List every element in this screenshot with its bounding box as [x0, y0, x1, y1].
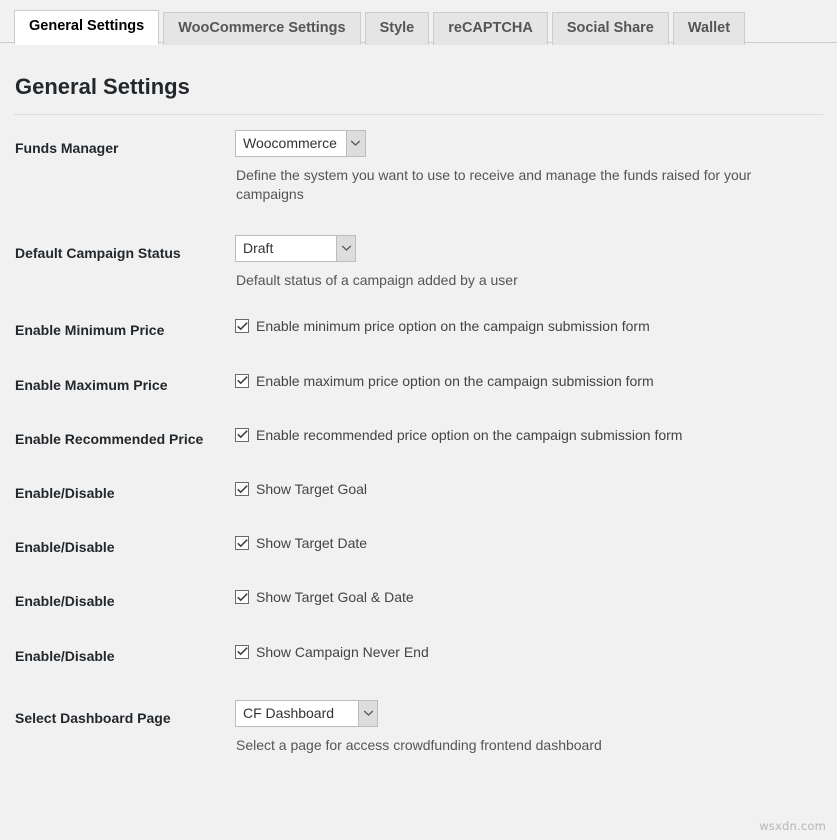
dashboard-page-description: Select a page for access crowdfunding fr… — [236, 736, 813, 756]
form-row-enable-recommended-price: Enable Recommended Price Enable recommen… — [14, 414, 823, 468]
label-enable-minimum-price: Enable Minimum Price — [14, 305, 235, 359]
tab-general-settings[interactable]: General Settings — [14, 10, 159, 45]
label-enable-maximum-price: Enable Maximum Price — [14, 360, 235, 414]
checkmark-icon — [235, 645, 249, 659]
form-row-select-dashboard-page: Select Dashboard Page CF Dashboard Selec… — [14, 685, 823, 771]
form-row-default-campaign-status: Default Campaign Status Draft Default st… — [14, 220, 823, 306]
show-target-goal-checkbox[interactable]: Show Target Goal — [235, 480, 813, 498]
form-row-enable-minimum-price: Enable Minimum Price Enable minimum pric… — [14, 305, 823, 359]
checkmark-icon — [235, 374, 249, 388]
label-enable-disable-target-date: Enable/Disable — [14, 522, 235, 576]
settings-tab-bar: General SettingsWooCommerce SettingsStyl… — [0, 0, 837, 43]
general-settings-form: Funds Manager Woocommerce Define the sys… — [14, 115, 823, 771]
form-row-show-target-goal: Enable/Disable Show Target Goal — [14, 468, 823, 522]
checkmark-icon — [235, 428, 249, 442]
checkmark-icon — [235, 536, 249, 550]
tab-wallet[interactable]: Wallet — [673, 12, 745, 45]
default-campaign-status-description: Default status of a campaign added by a … — [236, 271, 813, 291]
show-target-date-label: Show Target Date — [256, 534, 367, 552]
show-target-goal-and-date-checkbox[interactable]: Show Target Goal & Date — [235, 588, 813, 606]
form-row-enable-maximum-price: Enable Maximum Price Enable maximum pric… — [14, 360, 823, 414]
label-enable-disable-target-goal: Enable/Disable — [14, 468, 235, 522]
show-target-goal-and-date-label: Show Target Goal & Date — [256, 588, 414, 606]
funds-manager-select-value: Woocommerce — [236, 131, 346, 156]
chevron-down-icon — [346, 131, 365, 156]
label-enable-disable-campaign-never-end: Enable/Disable — [14, 631, 235, 685]
dashboard-page-select[interactable]: CF Dashboard — [235, 700, 378, 727]
enable-maximum-price-checkbox[interactable]: Enable maximum price option on the campa… — [235, 372, 813, 390]
enable-minimum-price-label: Enable minimum price option on the campa… — [256, 317, 650, 335]
funds-manager-select[interactable]: Woocommerce — [235, 130, 366, 157]
settings-page-body: General Settings Funds Manager Woocommer… — [0, 73, 837, 770]
tab-style[interactable]: Style — [365, 12, 430, 45]
label-funds-manager: Funds Manager — [14, 115, 235, 220]
label-select-dashboard-page: Select Dashboard Page — [14, 685, 235, 771]
default-campaign-status-select[interactable]: Draft — [235, 235, 356, 262]
show-target-goal-label: Show Target Goal — [256, 480, 367, 498]
form-row-funds-manager: Funds Manager Woocommerce Define the sys… — [14, 115, 823, 220]
enable-recommended-price-checkbox[interactable]: Enable recommended price option on the c… — [235, 426, 813, 444]
default-campaign-status-select-value: Draft — [236, 236, 336, 261]
tab-social-share[interactable]: Social Share — [552, 12, 669, 45]
page-title: General Settings — [15, 73, 823, 114]
tab-woocommerce-settings[interactable]: WooCommerce Settings — [163, 12, 360, 45]
chevron-down-icon — [336, 236, 355, 261]
checkmark-icon — [235, 482, 249, 496]
tab-recaptcha[interactable]: reCAPTCHA — [433, 12, 548, 45]
label-enable-recommended-price: Enable Recommended Price — [14, 414, 235, 468]
enable-maximum-price-label: Enable maximum price option on the campa… — [256, 372, 654, 390]
show-campaign-never-end-label: Show Campaign Never End — [256, 643, 429, 661]
checkmark-icon — [235, 319, 249, 333]
chevron-down-icon — [358, 701, 377, 726]
show-target-date-checkbox[interactable]: Show Target Date — [235, 534, 813, 552]
enable-recommended-price-label: Enable recommended price option on the c… — [256, 426, 682, 444]
site-watermark: wsxdn.com — [759, 819, 826, 833]
dashboard-page-select-value: CF Dashboard — [236, 701, 358, 726]
form-row-show-campaign-never-end: Enable/Disable Show Campaign Never End — [14, 631, 823, 685]
checkmark-icon — [235, 590, 249, 604]
funds-manager-description: Define the system you want to use to rec… — [236, 166, 813, 205]
label-default-campaign-status: Default Campaign Status — [14, 220, 235, 306]
form-row-show-target-goal-and-date: Enable/Disable Show Target Goal & Date — [14, 576, 823, 630]
form-row-show-target-date: Enable/Disable Show Target Date — [14, 522, 823, 576]
enable-minimum-price-checkbox[interactable]: Enable minimum price option on the campa… — [235, 317, 813, 335]
label-enable-disable-target-goal-date: Enable/Disable — [14, 576, 235, 630]
show-campaign-never-end-checkbox[interactable]: Show Campaign Never End — [235, 643, 813, 661]
